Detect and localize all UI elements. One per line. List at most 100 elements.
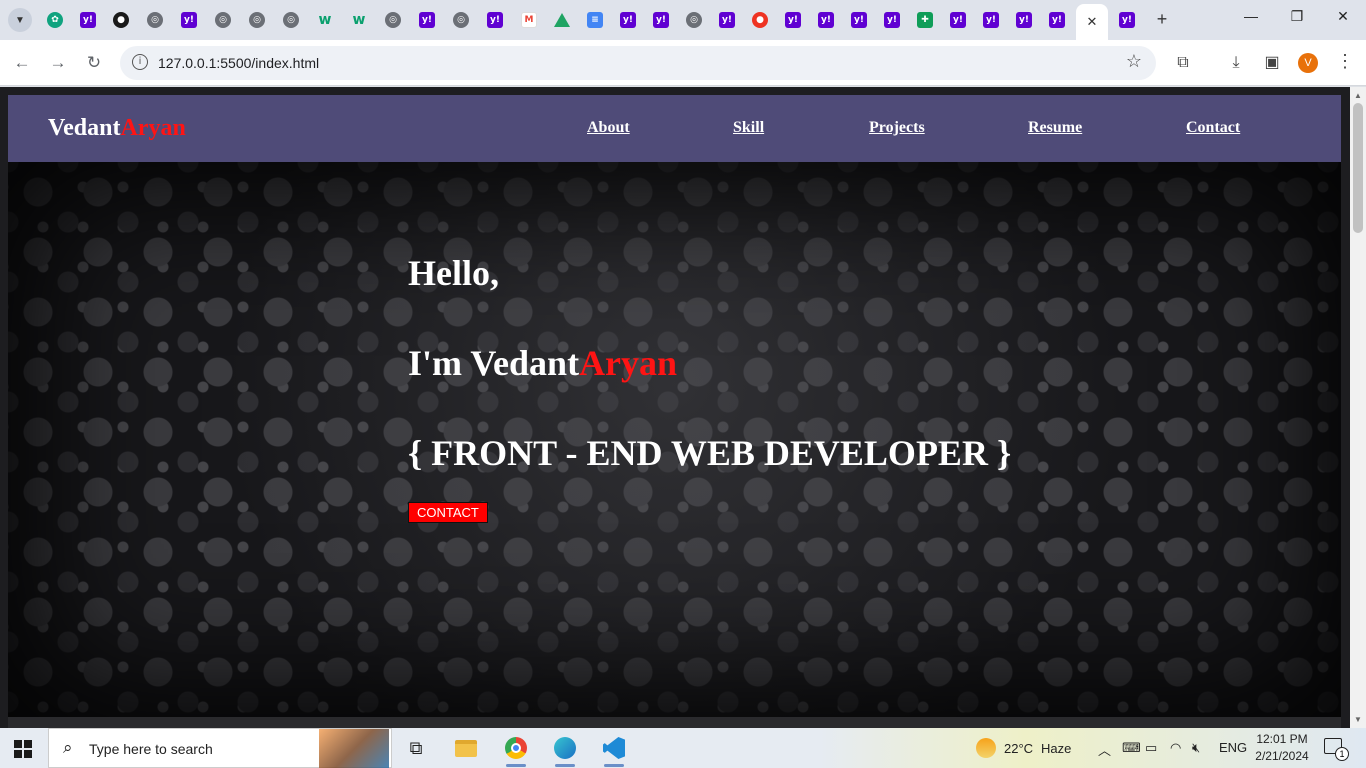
yahoo-icon: y! [719, 12, 735, 28]
tab[interactable]: y! [844, 8, 874, 32]
tab[interactable]: y! [73, 8, 103, 32]
system-clock[interactable]: 12:01 PM 2/21/2024 [1250, 731, 1314, 765]
tab[interactable]: y! [1009, 8, 1039, 32]
docs-icon: ≡ [587, 12, 603, 28]
weather-widget[interactable]: 22°C Haze [976, 738, 1071, 758]
gmail-icon: M [521, 12, 537, 28]
taskbar-search-placeholder[interactable]: Type here to search [89, 741, 213, 757]
tab[interactable]: ● [745, 8, 775, 32]
scroll-down-icon[interactable]: ▼ [1354, 715, 1362, 724]
windows-start-icon[interactable] [14, 740, 32, 758]
volume-muted-icon[interactable]: 🔇︎ [1192, 740, 1200, 756]
yahoo-icon: y! [80, 12, 96, 28]
nav-link-about[interactable]: About [587, 119, 630, 137]
tab[interactable]: ● [106, 8, 136, 32]
tab[interactable]: ◎ [446, 8, 476, 32]
battery-icon[interactable]: ▭ [1145, 740, 1157, 756]
page-scrollbar[interactable]: ▲ ▼ [1350, 87, 1366, 728]
nav-link-resume[interactable]: Resume [1028, 119, 1082, 137]
file-explorer-button[interactable] [452, 734, 480, 762]
page-viewport: VedantAryan About Skill Projects Resume … [0, 87, 1350, 728]
globe-icon: ◎ [283, 12, 299, 28]
tab[interactable]: y! [1112, 8, 1142, 32]
scroll-up-icon[interactable]: ▲ [1354, 91, 1362, 100]
tab[interactable]: y! [613, 8, 643, 32]
task-view-icon: ⧉ [409, 737, 423, 758]
chrome-menu-icon[interactable]: ⋮ [1336, 51, 1354, 72]
tab[interactable]: ◎ [208, 8, 238, 32]
reload-button[interactable]: ↻ [82, 51, 106, 75]
chrome-taskbar-button[interactable] [502, 734, 530, 767]
wifi-icon[interactable]: ◠ [1170, 740, 1181, 756]
hero-intro-prefix: I'm Vedant [408, 343, 580, 383]
record-icon: ● [752, 12, 768, 28]
nav-link-projects[interactable]: Projects [869, 119, 925, 137]
tab[interactable]: ◎ [679, 8, 709, 32]
nav-link-skill[interactable]: Skill [733, 119, 764, 137]
tab[interactable]: ✚ [910, 8, 940, 32]
hero-greeting: Hello, [408, 253, 499, 293]
hero-contact-button[interactable]: CONTACT [408, 502, 488, 523]
site-logo[interactable]: VedantAryan [48, 115, 186, 142]
tab[interactable]: y! [480, 8, 510, 32]
tab[interactable]: ◎ [378, 8, 408, 32]
tab[interactable]: ◎ [140, 8, 170, 32]
minimize-button[interactable]: — [1236, 8, 1266, 24]
side-panel-icon[interactable]: ▣ [1261, 52, 1283, 74]
active-tab[interactable]: ✕ [1076, 4, 1108, 40]
vscode-taskbar-button[interactable] [600, 734, 628, 767]
drive-icon [554, 13, 570, 27]
tab[interactable]: y! [412, 8, 442, 32]
tab[interactable]: y! [174, 8, 204, 32]
scroll-thumb[interactable] [1353, 103, 1363, 233]
hero-intro: I'm VedantAryan [408, 342, 677, 384]
nav-link-contact[interactable]: Contact [1186, 119, 1240, 137]
tab-strip: ▼ ✿ y! ● ◎ y! ◎ ◎ ◎ w w ◎ y! ◎ y! M ≡ y!… [0, 0, 1366, 40]
weather-desc: Haze [1041, 740, 1072, 756]
tab[interactable]: w [310, 8, 340, 32]
tab[interactable]: M [514, 8, 544, 32]
chatgpt-icon: ✿ [47, 12, 63, 28]
tab[interactable] [547, 8, 577, 32]
address-bar[interactable]: i 127.0.0.1:5500/index.html ☆ [120, 46, 1156, 80]
edge-taskbar-button[interactable] [551, 734, 579, 767]
vscode-icon [603, 737, 625, 759]
task-view-button[interactable]: ⧉ [402, 734, 430, 762]
tray-chevron-icon[interactable]: ︿ [1098, 740, 1111, 759]
tab[interactable]: y! [943, 8, 973, 32]
download-icon[interactable]: ⤓ [1225, 52, 1247, 74]
tab[interactable]: ◎ [276, 8, 306, 32]
back-button[interactable]: ← [10, 51, 34, 75]
tab[interactable]: y! [646, 8, 676, 32]
taskbar-search[interactable]: ⌕ Type here to search [48, 728, 392, 768]
new-tab-button[interactable]: + [1152, 9, 1172, 29]
tab[interactable]: w [344, 8, 374, 32]
restore-button[interactable]: ❐ [1282, 8, 1312, 25]
close-tab-icon[interactable]: ✕ [1087, 14, 1098, 30]
yahoo-icon: y! [620, 12, 636, 28]
clock-time: 12:01 PM [1256, 732, 1308, 746]
forward-button[interactable]: → [46, 51, 70, 75]
tab[interactable]: y! [1042, 8, 1072, 32]
language-indicator[interactable]: ENG [1219, 740, 1247, 755]
search-highlight-image[interactable] [319, 729, 389, 768]
notification-center-icon[interactable]: 1 [1324, 738, 1349, 761]
close-window-button[interactable]: ✕ [1328, 8, 1358, 25]
tab[interactable]: y! [712, 8, 742, 32]
bookmark-star-icon[interactable]: ☆ [1126, 51, 1142, 72]
tab[interactable]: ✿ [40, 8, 70, 32]
meet-now-icon[interactable]: ⌨ [1122, 740, 1141, 756]
yahoo-icon: y! [487, 12, 503, 28]
tab[interactable]: y! [778, 8, 808, 32]
tab[interactable]: y! [976, 8, 1006, 32]
extensions-icon[interactable]: ⧉ [1172, 52, 1194, 74]
globe-icon: ◎ [215, 12, 231, 28]
tab-search-button[interactable]: ▼ [8, 8, 32, 32]
tab[interactable]: ◎ [242, 8, 272, 32]
url-text[interactable]: 127.0.0.1:5500/index.html [158, 55, 319, 71]
tab[interactable]: ≡ [580, 8, 610, 32]
tab[interactable]: y! [811, 8, 841, 32]
site-info-icon[interactable]: i [132, 54, 148, 70]
tab[interactable]: y! [877, 8, 907, 32]
profile-avatar[interactable]: V [1298, 53, 1318, 73]
